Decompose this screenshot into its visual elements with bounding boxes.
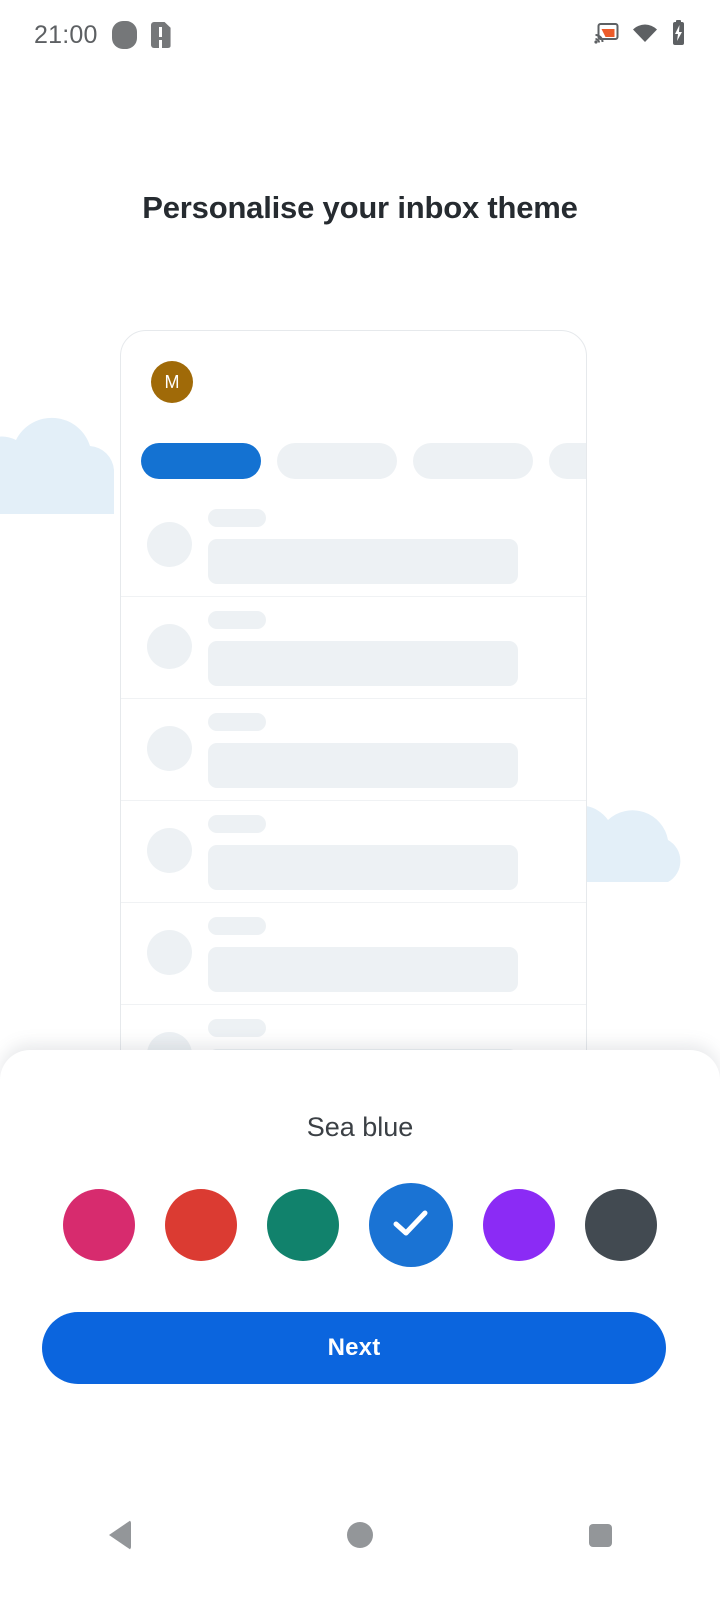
status-bar: 21:00 — [0, 0, 720, 70]
avatar-initial: M — [164, 371, 180, 392]
status-bar-left: 21:00 — [34, 21, 171, 50]
nav-back-button[interactable] — [65, 1495, 175, 1575]
selected-theme-name: Sea blue — [306, 1112, 414, 1142]
chip-social[interactable] — [277, 443, 397, 479]
notification-blob-icon — [111, 21, 137, 49]
home-circle-icon — [347, 1522, 373, 1548]
list-item[interactable] — [121, 495, 586, 597]
swatch-purple[interactable] — [483, 1189, 555, 1261]
cast-icon — [594, 22, 619, 49]
recents-square-icon — [588, 1523, 612, 1547]
list-item-avatar — [147, 930, 192, 975]
android-navigation-bar — [0, 1470, 720, 1600]
chip-primary[interactable] — [141, 443, 261, 479]
check-icon — [391, 1207, 431, 1244]
battery-charging-icon — [671, 19, 686, 51]
list-item-body-placeholder — [208, 641, 518, 686]
theme-picker-sheet: Sea blue Next — [0, 1050, 720, 1470]
list-item-body-placeholder — [208, 845, 518, 890]
page-title: Personalise your inbox theme — [142, 190, 578, 225]
nav-recents-button[interactable] — [545, 1495, 655, 1575]
list-item[interactable] — [121, 903, 586, 1005]
swatch-red[interactable] — [165, 1189, 237, 1261]
list-item[interactable] — [121, 699, 586, 801]
next-button[interactable]: Next — [42, 1312, 666, 1384]
list-item-sender-placeholder — [208, 713, 266, 731]
status-bar-clock: 21:00 — [34, 20, 98, 49]
swatch-pink[interactable] — [63, 1189, 135, 1261]
list-item-sender-placeholder — [208, 1019, 266, 1037]
list-item-sender-placeholder — [208, 815, 266, 833]
list-item-body-placeholder — [208, 947, 518, 992]
back-triangle-icon — [109, 1520, 131, 1550]
list-item-body-placeholder — [208, 539, 518, 584]
list-item-avatar — [147, 522, 192, 567]
chip-promotions[interactable] — [413, 443, 533, 479]
list-item-sender-placeholder — [208, 611, 266, 629]
list-item-body-placeholder — [208, 743, 518, 788]
list-item-sender-placeholder — [208, 917, 266, 935]
status-bar-right — [594, 19, 686, 51]
swatch-dark-grey[interactable] — [585, 1189, 657, 1261]
list-item[interactable] — [121, 597, 586, 699]
theme-swatch-row — [0, 1175, 720, 1275]
list-item-avatar — [147, 624, 192, 669]
sim-alert-icon — [150, 22, 171, 48]
list-item[interactable] — [121, 801, 586, 903]
list-item-avatar — [147, 828, 192, 873]
wifi-icon — [632, 23, 658, 48]
swatch-sea-blue[interactable] — [369, 1183, 453, 1267]
swatch-green[interactable] — [267, 1189, 339, 1261]
nav-home-button[interactable] — [305, 1495, 415, 1575]
avatar: M — [151, 361, 193, 403]
list-item-avatar — [147, 726, 192, 771]
category-chip-row — [141, 443, 586, 479]
chip-updates[interactable] — [549, 443, 586, 479]
inbox-preview-card: M — [120, 330, 587, 1090]
list-item-sender-placeholder — [208, 509, 266, 527]
mail-placeholder-list — [121, 495, 586, 1089]
